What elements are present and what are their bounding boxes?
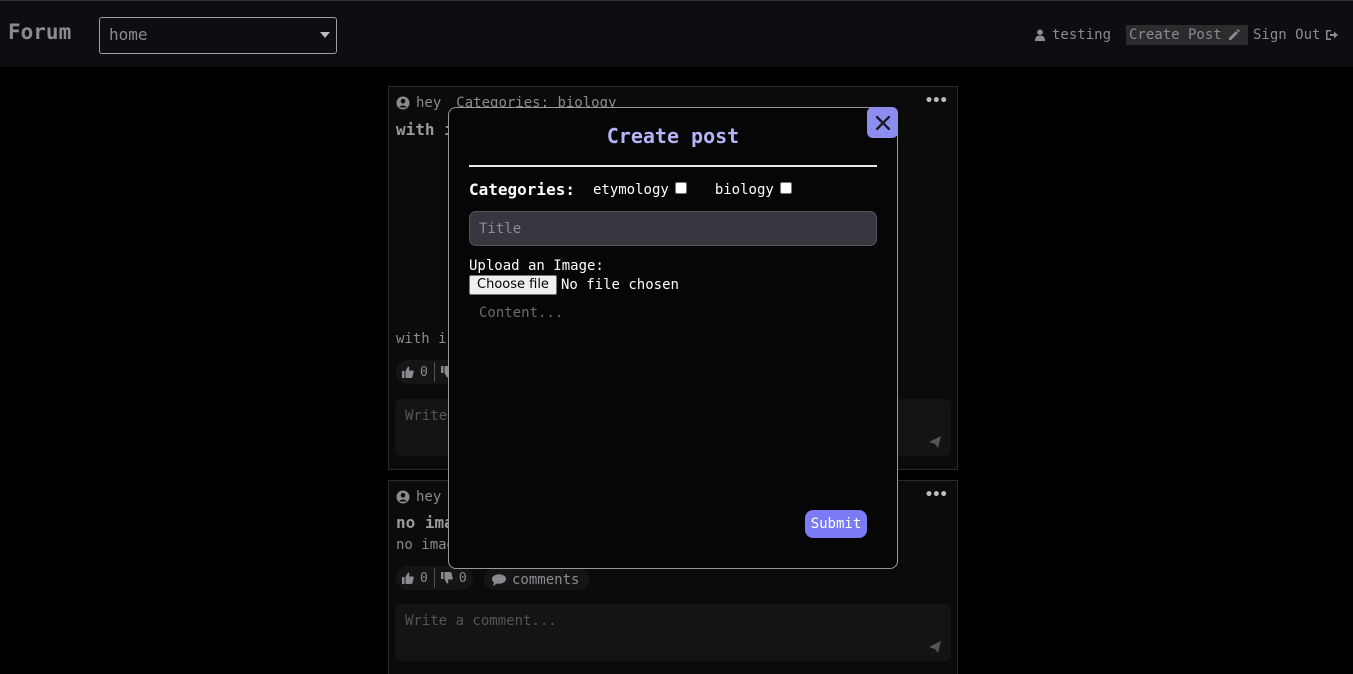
category-etymology[interactable]: etymology <box>592 181 687 198</box>
category-selector: Categories: etymology biology <box>469 180 812 199</box>
content-textarea[interactable]: Content... <box>469 296 877 486</box>
category-biology[interactable]: biology <box>714 181 792 198</box>
modal-title: Create post <box>606 124 740 148</box>
choose-file-button[interactable]: Choose file <box>469 275 557 295</box>
categories-label: Categories: <box>469 180 575 199</box>
content-placeholder: Content... <box>479 305 564 321</box>
create-post-label: Create Post <box>1129 27 1222 43</box>
pencil-icon <box>1228 29 1240 40</box>
board-select[interactable]: home <box>99 17 337 54</box>
title-input[interactable]: Title <box>469 211 877 246</box>
sign-out-label: Sign Out <box>1253 27 1321 43</box>
top-navbar: Forum home testing Create Post Sign Out <box>0 0 1353 67</box>
title-placeholder: Title <box>479 221 522 237</box>
logo[interactable]: Forum <box>8 20 71 44</box>
file-input: Choose file No file chosen <box>469 275 679 295</box>
upload-label: Upload an Image: <box>469 258 604 274</box>
create-post-button[interactable]: Create Post <box>1126 25 1248 45</box>
user-link[interactable]: testing <box>1034 27 1111 43</box>
file-status: No file chosen <box>560 277 679 293</box>
username: testing <box>1052 27 1112 43</box>
chevron-down-icon <box>320 32 330 38</box>
user-icon <box>1035 29 1045 41</box>
sign-out-icon <box>1326 30 1339 40</box>
category-label: etymology <box>592 181 669 198</box>
create-post-modal: Create post Categories: etymology biolog… <box>448 107 898 569</box>
sign-out-button[interactable]: Sign Out <box>1253 27 1339 43</box>
submit-button[interactable]: Submit <box>805 510 867 538</box>
category-checkbox[interactable] <box>779 181 792 194</box>
divider <box>469 165 877 167</box>
category-checkbox[interactable] <box>674 181 687 194</box>
category-label: biology <box>714 181 774 198</box>
board-select-value: home <box>109 25 148 44</box>
